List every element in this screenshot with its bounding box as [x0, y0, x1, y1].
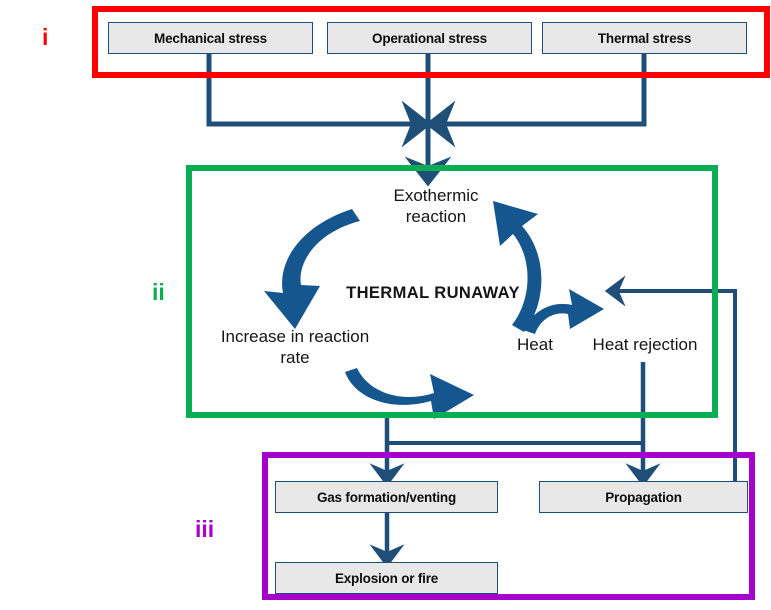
box-explosion-or-fire[interactable]: Explosion or fire — [275, 562, 498, 594]
cycle-label-increase-reaction-rate: Increase in reaction rate — [200, 327, 390, 368]
cycle-label-exothermic-reaction: Exothermic reaction — [386, 186, 486, 227]
stage-label-ii: ii — [152, 279, 165, 305]
cycle-label-heat: Heat — [517, 335, 553, 354]
box-gas-formation-venting[interactable]: Gas formation/venting — [275, 481, 498, 513]
diagram-canvas: i ii iii Mechanical stress Operational s… — [0, 0, 771, 610]
box-thermal-stress[interactable]: Thermal stress — [542, 22, 747, 54]
box-mechanical-stress[interactable]: Mechanical stress — [108, 22, 313, 54]
stage-label-iii: iii — [195, 516, 215, 542]
cycle-label-heat-rejection: Heat rejection — [592, 335, 698, 354]
cycle-label-increase-line1: Increase in reaction — [220, 327, 370, 346]
cycle-label-exothermic-line1: Exothermic — [393, 186, 479, 205]
cycle-label-thermal-runaway: THERMAL RUNAWAY — [346, 284, 520, 302]
box-propagation[interactable]: Propagation — [539, 481, 748, 513]
box-operational-stress[interactable]: Operational stress — [327, 22, 532, 54]
stage-label-i: i — [42, 24, 49, 50]
cycle-label-exothermic-line2: reaction — [405, 206, 467, 226]
cycle-label-increase-line2: rate — [280, 347, 310, 367]
